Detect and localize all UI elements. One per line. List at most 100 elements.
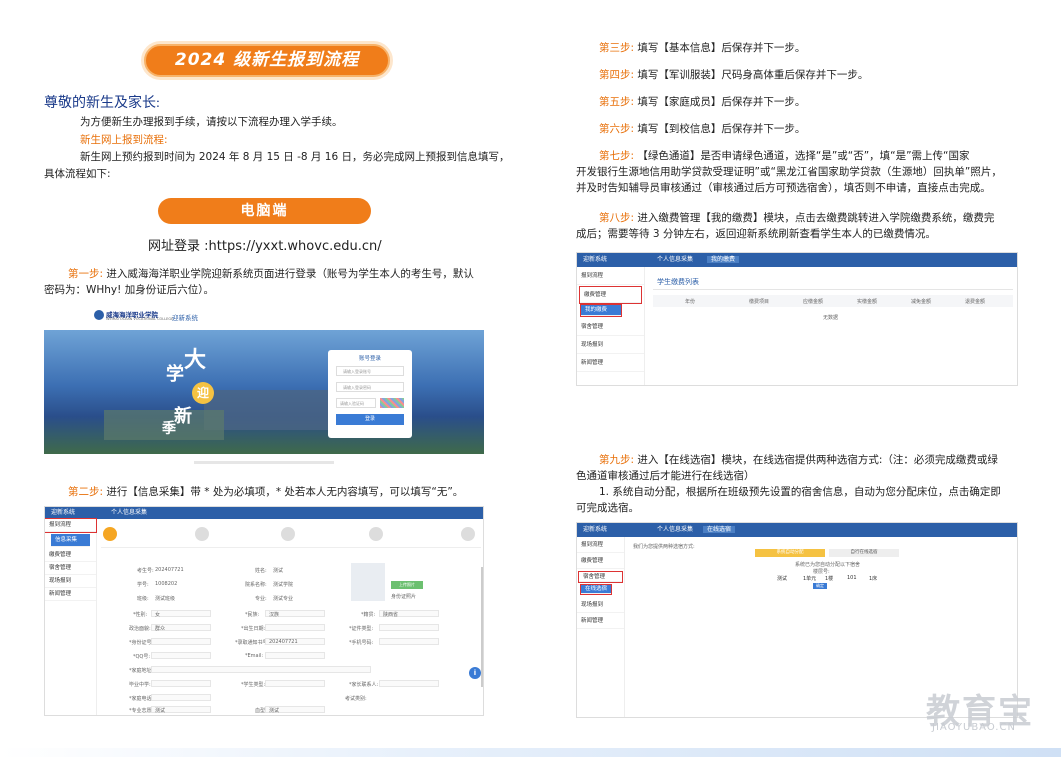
info-menu-0[interactable]: 报到流程 — [45, 518, 97, 533]
dorm-menu-3[interactable]: 在线选宿 — [580, 584, 612, 595]
fee-menu-3[interactable]: 宿舍管理 — [577, 318, 644, 336]
campus-banner-image: 大 学 迎 新 季 账号登录 请输入登录账号 请输入登录密码 请输入验证码 登录 — [44, 330, 484, 454]
dorm-tab-1[interactable]: 个人信息采集 — [657, 526, 693, 533]
dorm-topbar: 迎新系统 个人信息采集 在线选宿 — [577, 523, 1017, 537]
fee-tab-1[interactable]: 个人信息采集 — [657, 256, 693, 263]
value-major: 测试专业 — [273, 596, 294, 602]
slogan-char-4: 新 — [174, 406, 192, 427]
login-title: 账号登录 — [358, 356, 381, 362]
fee-menu-5[interactable]: 新闻管理 — [577, 354, 644, 372]
dorm-sidebar: 报到流程 缴费管理 宿舍管理 在线选宿 现场报到 新闻管理 — [577, 537, 625, 717]
captcha-input[interactable]: 请输入验证码 — [336, 398, 376, 408]
dorm-tab-2[interactable]: 在线选宿 — [703, 526, 736, 533]
info-menu-5[interactable]: 新闻管理 — [45, 588, 96, 601]
dorm-menu-5[interactable]: 新闻管理 — [577, 613, 624, 629]
value-admission-no: 202407721 — [269, 639, 298, 645]
fee-topbar: 迎新系统 个人信息采集 我的缴费 — [577, 253, 1017, 267]
fee-menu-1[interactable]: 缴费管理 — [579, 286, 642, 304]
info-topbar: 迎新系统 个人信息采集 — [45, 507, 483, 519]
fee-divider — [653, 289, 1013, 290]
fee-sidebar: 报到流程 缴费管理 我的缴费 宿舍管理 现场报到 新闻管理 — [577, 267, 645, 385]
label-exam-no: 考生号: — [137, 568, 154, 574]
phone-input[interactable] — [379, 638, 439, 645]
qq-input[interactable] — [151, 652, 211, 659]
id-number-input[interactable] — [151, 638, 211, 645]
label-birthday: *出生日期: — [241, 626, 266, 632]
step-4-text: 填写【军训服装】尺码身高体重后保存并下一步。 — [637, 69, 869, 81]
label-parent: *家长联系人: — [349, 682, 379, 688]
info-menu-4[interactable]: 现场报到 — [45, 575, 96, 588]
step-9-label: 第九步: — [599, 454, 635, 466]
step-8-label: 第八步: — [599, 212, 635, 224]
birthday-input[interactable] — [265, 624, 325, 631]
dorm-menu-1[interactable]: 缴费管理 — [577, 553, 624, 569]
step-9-text-3: 1. 系统自动分配，根据所在班级预先设置的宿舍信息，自动为您分配床位，点击确定即 — [599, 486, 1001, 498]
fee-table-title: 学生缴费列表 — [657, 278, 699, 286]
value-blood: 测试 — [269, 708, 280, 714]
school-logo-icon — [94, 310, 104, 320]
fee-menu-2[interactable]: 我的缴费 — [580, 304, 622, 317]
info-system-name: 迎新系统 — [51, 509, 76, 516]
password-input[interactable]: 请输入登录密码 — [336, 382, 404, 392]
login-button[interactable]: 登录 — [336, 414, 404, 425]
info-help-icon[interactable]: i — [469, 667, 481, 679]
value-gender: 女 — [155, 612, 161, 618]
info-menu-3[interactable]: 宿舍管理 — [45, 562, 96, 575]
label-student-no: 学号: — [137, 582, 149, 588]
step-2-text: 进行【信息采集】带 * 处为必填项，* 处若本人无内容填写，可以填写“无”。 — [106, 486, 464, 498]
upload-photo-button[interactable]: 上传照片 — [391, 581, 423, 589]
home-address-input[interactable] — [151, 666, 371, 673]
info-menu-2[interactable]: 缴费管理 — [45, 549, 96, 562]
label-gender: *性别: — [133, 612, 148, 618]
label-college: 院系名称: — [245, 582, 267, 588]
label-ethnicity: *民族: — [245, 612, 260, 618]
step-2-label: 第二步: — [68, 486, 104, 498]
fee-col-0: 年份 — [685, 299, 696, 305]
login-screenshot: 威海海洋职业学院 WEIHAI OCEAN VOCATIONAL COLLEGE… — [44, 304, 484, 474]
online-heading: 新生网上报到流程: — [80, 134, 168, 146]
parent-input[interactable] — [379, 680, 439, 687]
url-line[interactable]: 网址登录 :https://yxxt.whovc.edu.cn/ — [148, 235, 382, 254]
info-tab[interactable]: 个人信息采集 — [111, 509, 147, 516]
student-type-select[interactable] — [265, 680, 325, 687]
slogan-char-3: 迎 — [192, 382, 214, 404]
info-menu-1[interactable]: 信息采集 — [51, 534, 90, 547]
step-1-text-2: 密码为：WHhy! 加身份证后六位）。 — [44, 284, 214, 296]
info-scrollbar[interactable] — [481, 567, 483, 687]
fee-tab-2[interactable]: 我的缴费 — [707, 256, 740, 263]
label-native-place: *籍贯: — [361, 612, 376, 618]
username-input[interactable]: 请输入登录账号 — [336, 366, 404, 376]
self-select-button[interactable]: 自行在线选宿 — [829, 549, 899, 557]
step-8-line-1: 第八步: 进入缴费管理【我的缴费】模块，点击去缴费跳转进入学院缴费系统，缴费完 — [599, 210, 994, 226]
step-9-text-2: 色通道审核通过后才能进行在线选宿） — [576, 470, 755, 482]
progress-step-active-icon — [103, 527, 117, 541]
fee-menu-4[interactable]: 现场报到 — [577, 336, 644, 354]
fee-col-4: 减免金额 — [911, 299, 932, 305]
progress-step-4-icon — [369, 527, 383, 541]
auto-assign-button[interactable]: 系统自动分配 — [755, 549, 825, 557]
bottom-gradient-bar — [0, 748, 1061, 757]
step-7-label: 第七步: — [599, 150, 635, 162]
dorm-menu-4[interactable]: 现场报到 — [577, 597, 624, 613]
value-political: 群众 — [155, 626, 166, 632]
intro-text: 为方便新生办理报到手续，请按以下流程办理入学手续。 — [80, 116, 343, 128]
online-text-1: 新生网上预约报到时间为 2024 年 8 月 15 日 -8 月 16 日，务必… — [80, 151, 510, 163]
fee-menu-0[interactable]: 报到流程 — [577, 267, 644, 285]
login-card: 账号登录 请输入登录账号 请输入登录密码 请输入验证码 登录 — [328, 350, 412, 438]
info-screenshot: 迎新系统 个人信息采集 报到流程 信息采集 缴费管理 宿舍管理 现场报到 新闻管理… — [44, 506, 484, 716]
id-type-select[interactable] — [379, 624, 439, 631]
step-8-text-1: 进入缴费管理【我的缴费】模块，点击去缴费跳转进入学院缴费系统，缴费完 — [637, 212, 995, 224]
fee-col-2: 应缴金额 — [803, 299, 824, 305]
middle-school-input[interactable] — [151, 680, 211, 687]
dorm-row-2: 1楼 — [825, 576, 834, 582]
step-6-line: 第六步: 填写【到校信息】后保存并下一步。 — [599, 121, 805, 137]
dorm-menu-2[interactable]: 宿舍管理 — [578, 571, 623, 583]
home-phone-input[interactable] — [151, 694, 211, 701]
step-7-text-1: 【绿色通道】是否申请绿色通道，选择“是”或“否”，填“是”需上传“国家 — [637, 150, 970, 162]
captcha-image[interactable] — [380, 398, 404, 408]
dorm-menu-0[interactable]: 报到流程 — [577, 537, 624, 553]
email-input[interactable] — [265, 652, 325, 659]
fee-table-header — [653, 295, 1013, 307]
dorm-confirm-button[interactable]: 确定 — [813, 583, 827, 589]
step-7-text-2: 开发银行生源地信用助学贷款受理证明”或“黑龙江省国家助学贷款（生源地）回执单”照… — [576, 166, 1002, 178]
